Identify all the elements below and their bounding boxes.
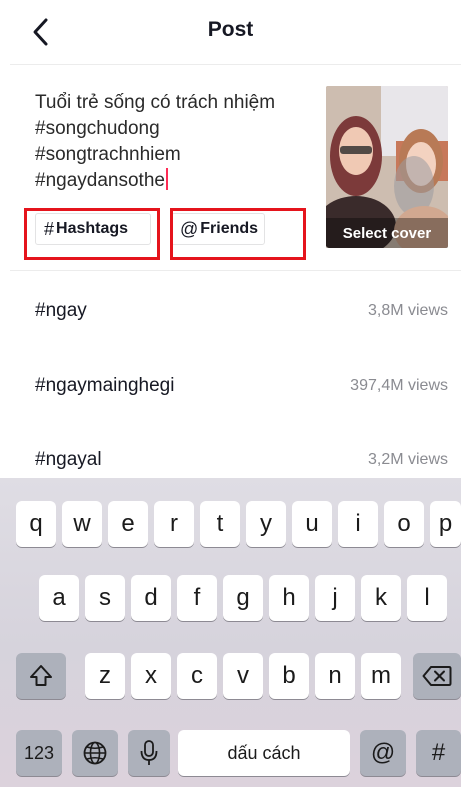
hashtag-suggestion[interactable]: #ngaymainghegi 397,4M views <box>0 355 461 419</box>
microphone-icon <box>140 740 158 765</box>
key-t[interactable]: t <box>200 501 240 547</box>
hashtag-suggestion[interactable]: #ngay 3,8M views <box>0 280 461 344</box>
key-p[interactable]: p <box>430 501 461 547</box>
key-u[interactable]: u <box>292 501 332 547</box>
globe-icon <box>83 741 107 765</box>
key-f[interactable]: f <box>177 575 217 621</box>
key-b[interactable]: b <box>269 653 309 699</box>
suggestion-tag: #ngayal <box>35 449 102 470</box>
suggestion-views: 397,4M views <box>350 377 448 394</box>
key-c[interactable]: c <box>177 653 217 699</box>
key-w[interactable]: w <box>62 501 102 547</box>
globe-key[interactable] <box>72 730 118 776</box>
key-x[interactable]: x <box>131 653 171 699</box>
key-j[interactable]: j <box>315 575 355 621</box>
caption-input[interactable]: Tuổi trẻ sống có trách nhiệm #songchudon… <box>35 90 320 194</box>
key-n[interactable]: n <box>315 653 355 699</box>
key-r[interactable]: r <box>154 501 194 547</box>
dictation-key[interactable] <box>128 730 170 776</box>
key-v[interactable]: v <box>223 653 263 699</box>
suggestion-tag: #ngaymainghegi <box>35 375 175 396</box>
select-cover-label: Select cover <box>326 218 448 248</box>
key-a[interactable]: a <box>39 575 79 621</box>
highlight-box-hashtags <box>24 208 160 260</box>
caption-line-1: Tuổi trẻ sống có trách nhiệm <box>35 92 276 113</box>
key-g[interactable]: g <box>223 575 263 621</box>
key-d[interactable]: d <box>131 575 171 621</box>
text-caret <box>165 168 168 190</box>
suggestion-views: 3,8M views <box>367 302 448 319</box>
key-h[interactable]: h <box>269 575 309 621</box>
top-bar: Post <box>0 0 461 64</box>
space-key[interactable]: dấu cách <box>178 730 350 776</box>
key-s[interactable]: s <box>85 575 125 621</box>
select-cover-button[interactable]: Select cover <box>326 86 448 248</box>
numbers-key[interactable]: 123 <box>16 730 62 776</box>
header-divider <box>10 64 461 65</box>
caption-line-4: #ngaydansothe <box>35 170 165 191</box>
compose-divider <box>10 270 461 271</box>
key-q[interactable]: q <box>16 501 56 547</box>
key-e[interactable]: e <box>108 501 148 547</box>
highlight-box-friends <box>170 208 306 260</box>
key-l[interactable]: l <box>407 575 447 621</box>
key-o[interactable]: o <box>384 501 424 547</box>
caption-line-2: #songchudong <box>35 118 160 139</box>
caption-line-3: #songtrachnhiem <box>35 144 181 165</box>
suggestion-tag: #ngay <box>35 300 87 321</box>
key-i[interactable]: i <box>338 501 378 547</box>
hash-key[interactable]: # <box>416 730 461 776</box>
shift-icon <box>30 665 52 686</box>
key-z[interactable]: z <box>85 653 125 699</box>
at-key[interactable]: @ <box>360 730 406 776</box>
key-m[interactable]: m <box>361 653 401 699</box>
shift-key[interactable] <box>16 653 66 699</box>
keyboard: q w e r t y u i o p a s d f g h j k l z … <box>0 478 461 787</box>
page-title: Post <box>207 18 254 41</box>
key-y[interactable]: y <box>246 501 286 547</box>
backspace-key[interactable] <box>413 653 461 699</box>
key-k[interactable]: k <box>361 575 401 621</box>
suggestion-views: 3,2M views <box>367 451 448 468</box>
backspace-icon <box>422 666 452 686</box>
